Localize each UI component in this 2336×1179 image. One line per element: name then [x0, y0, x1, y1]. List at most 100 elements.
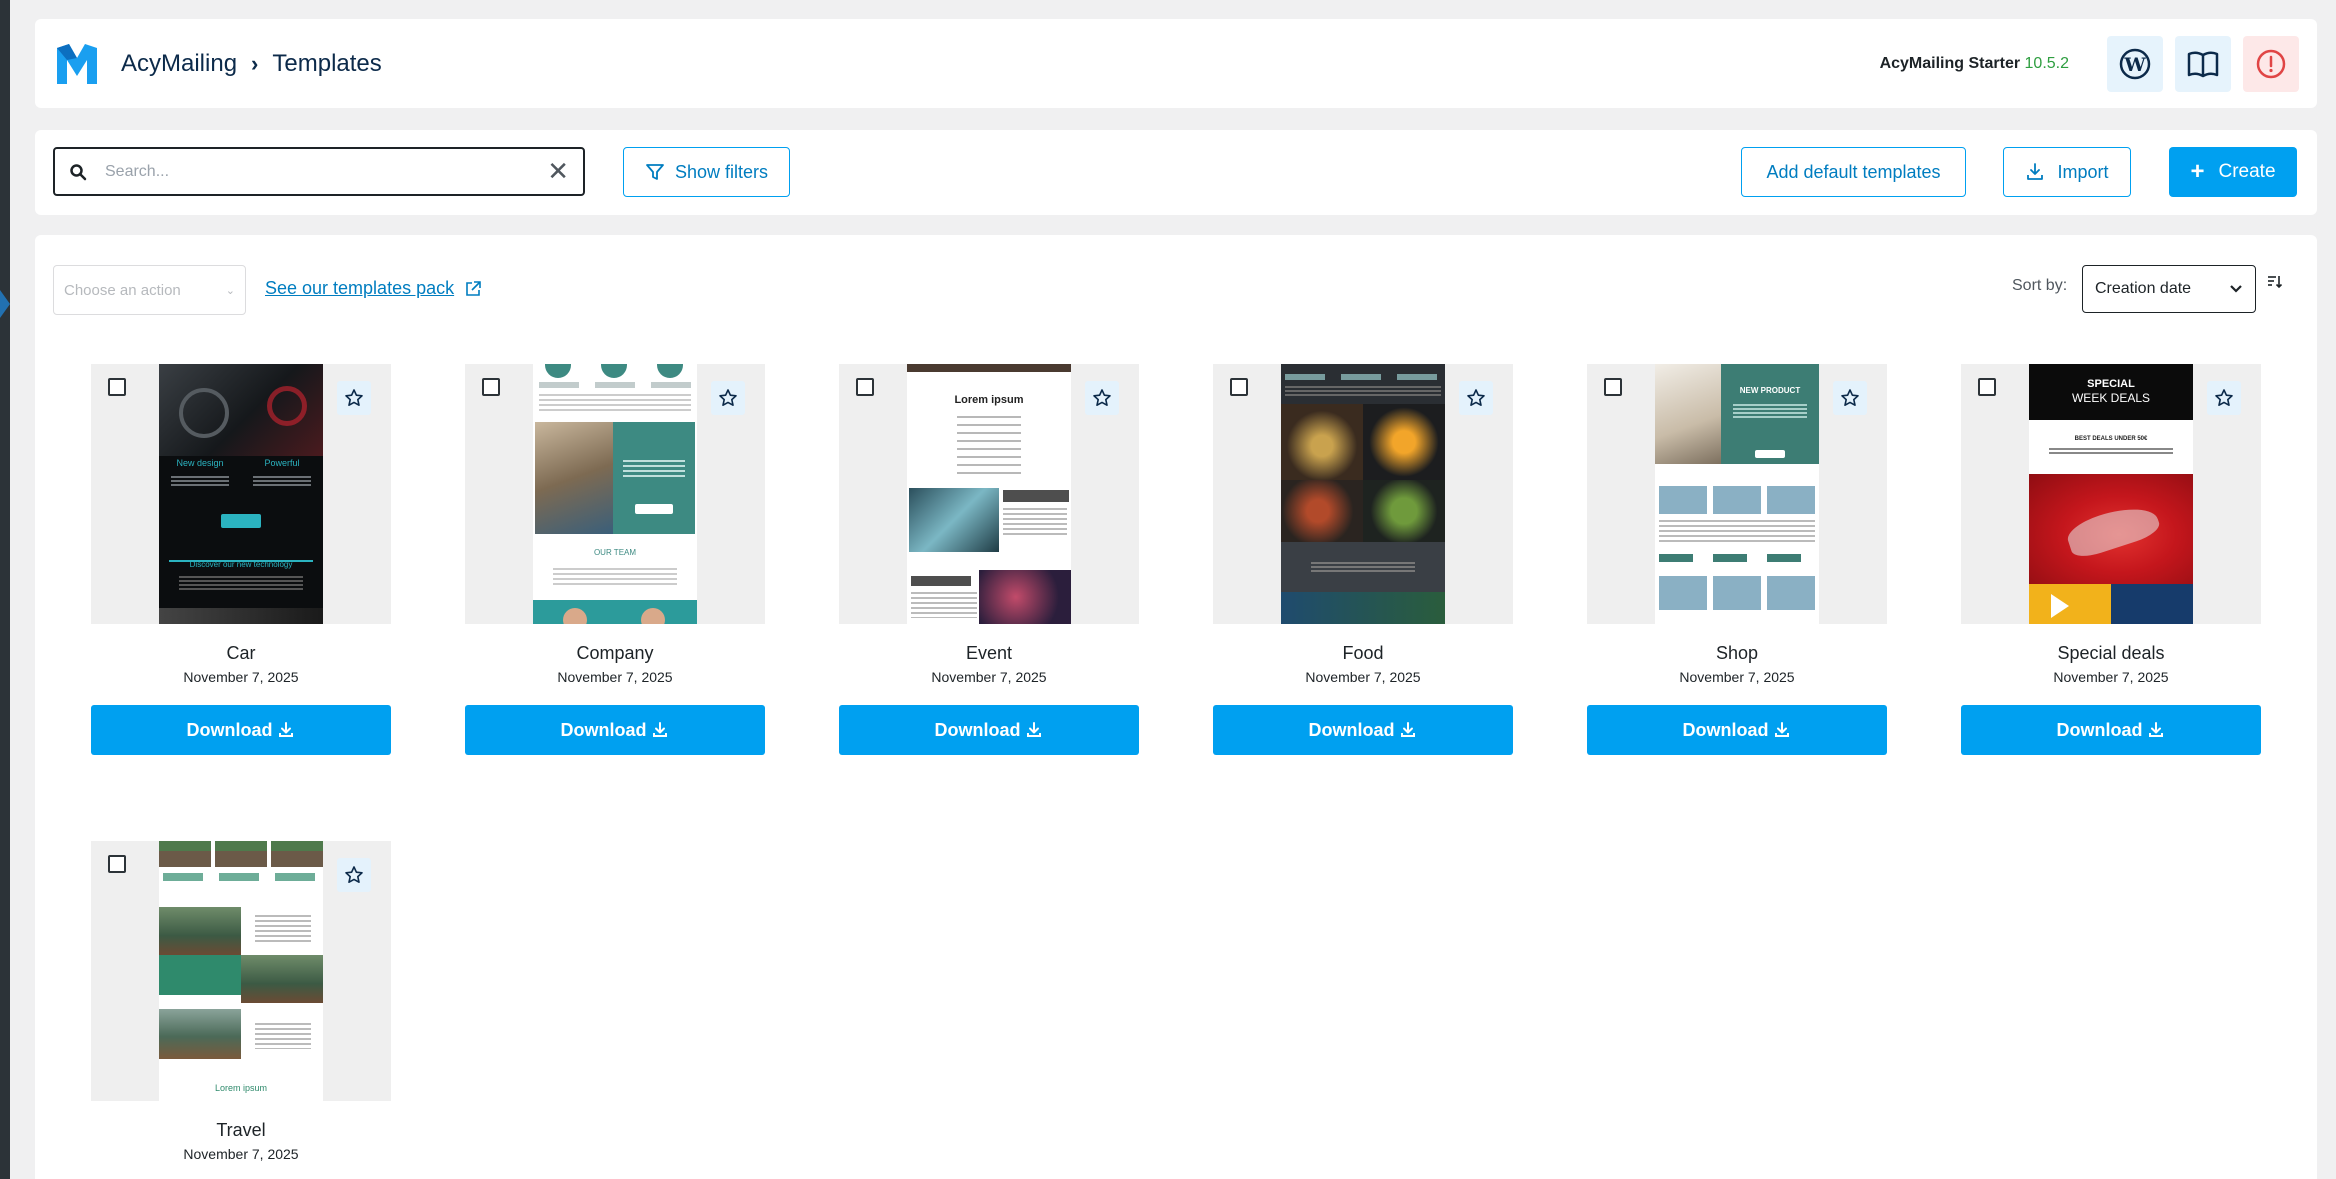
download-button[interactable]: Download: [1587, 705, 1887, 755]
version-label: AcyMailing Starter: [1879, 54, 2021, 72]
template-thumbnail[interactable]: NEW PRODUCT: [1587, 364, 1887, 624]
template-card[interactable]: OUR TEAM Company November 7, 2025 Downlo…: [465, 364, 765, 755]
template-thumbnail[interactable]: [1213, 364, 1513, 624]
favorite-button[interactable]: [1833, 381, 1867, 415]
template-thumbnail[interactable]: OUR TEAM: [465, 364, 765, 624]
favorite-button[interactable]: [1459, 381, 1493, 415]
favorite-button[interactable]: [711, 381, 745, 415]
chevron-down-icon: [2230, 285, 2242, 293]
documentation-button[interactable]: [2175, 35, 2231, 92]
filter-icon: [646, 164, 664, 180]
download-button[interactable]: Download: [839, 705, 1139, 755]
current-menu-arrow: [0, 290, 10, 318]
select-checkbox[interactable]: [482, 378, 500, 396]
sort-select[interactable]: Creation date: [2082, 265, 2256, 313]
breadcrumb: AcyMailing › Templates: [121, 50, 382, 78]
select-checkbox[interactable]: [108, 855, 126, 873]
star-icon: [1467, 389, 1485, 406]
template-date: November 7, 2025: [1305, 669, 1421, 685]
page-header: AcyMailing › Templates AcyMailing Starte…: [35, 19, 2317, 108]
thumb-text: WEEK DEALS: [2071, 391, 2151, 405]
select-checkbox[interactable]: [1604, 378, 1622, 396]
alert-circle-icon: [2256, 49, 2286, 78]
show-filters-label: Show filters: [674, 161, 769, 182]
download-icon: [1400, 722, 1415, 737]
template-name: Shop: [1715, 643, 1759, 663]
star-icon: [345, 866, 363, 883]
download-label: Download: [934, 719, 1021, 740]
download-button[interactable]: Download: [91, 705, 391, 755]
template-name: Company: [576, 643, 654, 663]
template-name: Car: [226, 643, 256, 663]
template-card[interactable]: Food November 7, 2025 Download: [1213, 364, 1513, 755]
star-icon: [2215, 389, 2233, 406]
toolbar: ✕ Show filters Add default templates Imp…: [35, 130, 2317, 215]
template-date: November 7, 2025: [2053, 669, 2169, 685]
download-button[interactable]: Download: [1213, 705, 1513, 755]
template-thumbnail[interactable]: Lorem ipsum: [839, 364, 1139, 624]
star-icon: [1093, 389, 1111, 406]
template-card[interactable]: Lorem ipsum Travel November 7, 2025: [91, 841, 391, 1162]
template-name: Food: [1342, 643, 1384, 663]
bulk-action-select[interactable]: Choose an action ⌄: [53, 265, 246, 315]
star-icon: [1841, 389, 1859, 406]
wordpress-button[interactable]: W: [2107, 35, 2163, 92]
download-button[interactable]: Download: [1961, 705, 2261, 755]
create-label: Create: [2218, 161, 2276, 182]
download-button[interactable]: Download: [465, 705, 765, 755]
add-default-label: Add default templates: [1766, 161, 1941, 182]
download-icon: [278, 722, 293, 737]
sort-value: Creation date: [2095, 280, 2192, 297]
wordpress-icon: W: [2119, 48, 2151, 79]
download-label: Download: [560, 719, 647, 740]
chevron-right-icon: ›: [251, 50, 259, 76]
alert-button[interactable]: [2243, 35, 2299, 92]
breadcrumb-app[interactable]: AcyMailing: [121, 50, 237, 78]
select-checkbox[interactable]: [856, 378, 874, 396]
select-checkbox[interactable]: [108, 378, 126, 396]
favorite-button[interactable]: [2207, 381, 2241, 415]
template-thumbnail[interactable]: Lorem ipsum: [91, 841, 391, 1101]
add-default-templates-button[interactable]: Add default templates: [1741, 147, 1966, 197]
version-number: 10.5.2: [2024, 54, 2069, 72]
company-template-preview: OUR TEAM: [533, 364, 697, 624]
thumb-text: NEW PRODUCT: [1739, 386, 1801, 395]
show-filters-button[interactable]: Show filters: [623, 147, 790, 197]
acymailing-logo: [57, 43, 97, 84]
select-checkbox[interactable]: [1230, 378, 1248, 396]
breadcrumb-page: Templates: [272, 49, 382, 77]
event-template-preview: Lorem ipsum: [907, 364, 1071, 624]
svg-text:W: W: [2123, 54, 2146, 76]
create-button[interactable]: + Create: [2169, 147, 2297, 197]
admin-sidebar-edge: [0, 0, 10, 1179]
search-input[interactable]: [105, 162, 548, 181]
template-card[interactable]: New design Powerful Discover our new tec…: [91, 364, 391, 755]
select-checkbox[interactable]: [1978, 378, 1996, 396]
download-icon: [652, 722, 667, 737]
download-label: Download: [186, 719, 273, 740]
template-date: November 7, 2025: [183, 669, 299, 685]
template-date: November 7, 2025: [183, 1146, 299, 1162]
book-icon: [2187, 50, 2219, 77]
template-card[interactable]: NEW PRODUCT Shop November 7, 2025 Downlo…: [1587, 364, 1887, 755]
sort-direction-icon[interactable]: [2267, 275, 2283, 289]
favorite-button[interactable]: [337, 858, 371, 892]
import-button[interactable]: Import: [2003, 147, 2131, 197]
chevron-down-icon: ⌄: [225, 284, 235, 297]
food-template-preview: [1281, 364, 1445, 624]
download-label: Download: [1682, 719, 1769, 740]
search-box: ✕: [53, 147, 585, 196]
template-thumbnail[interactable]: SPECIAL WEEK DEALS BEST DEALS UNDER 50€: [1961, 364, 2261, 624]
template-thumbnail[interactable]: New design Powerful Discover our new tec…: [91, 364, 391, 624]
template-date: November 7, 2025: [931, 669, 1047, 685]
shop-template-preview: NEW PRODUCT: [1655, 364, 1819, 624]
templates-pack-link[interactable]: See our templates pack: [265, 278, 482, 299]
download-icon: [1026, 722, 1041, 737]
template-card[interactable]: SPECIAL WEEK DEALS BEST DEALS UNDER 50€ …: [1961, 364, 2261, 755]
template-card[interactable]: Lorem ipsum Event November 7, 2025 Downl…: [839, 364, 1139, 755]
sort-label: Sort by:: [2012, 277, 2068, 294]
favorite-button[interactable]: [1085, 381, 1119, 415]
favorite-button[interactable]: [337, 381, 371, 415]
clear-search-icon[interactable]: ✕: [547, 156, 569, 187]
download-icon: [2148, 722, 2163, 737]
